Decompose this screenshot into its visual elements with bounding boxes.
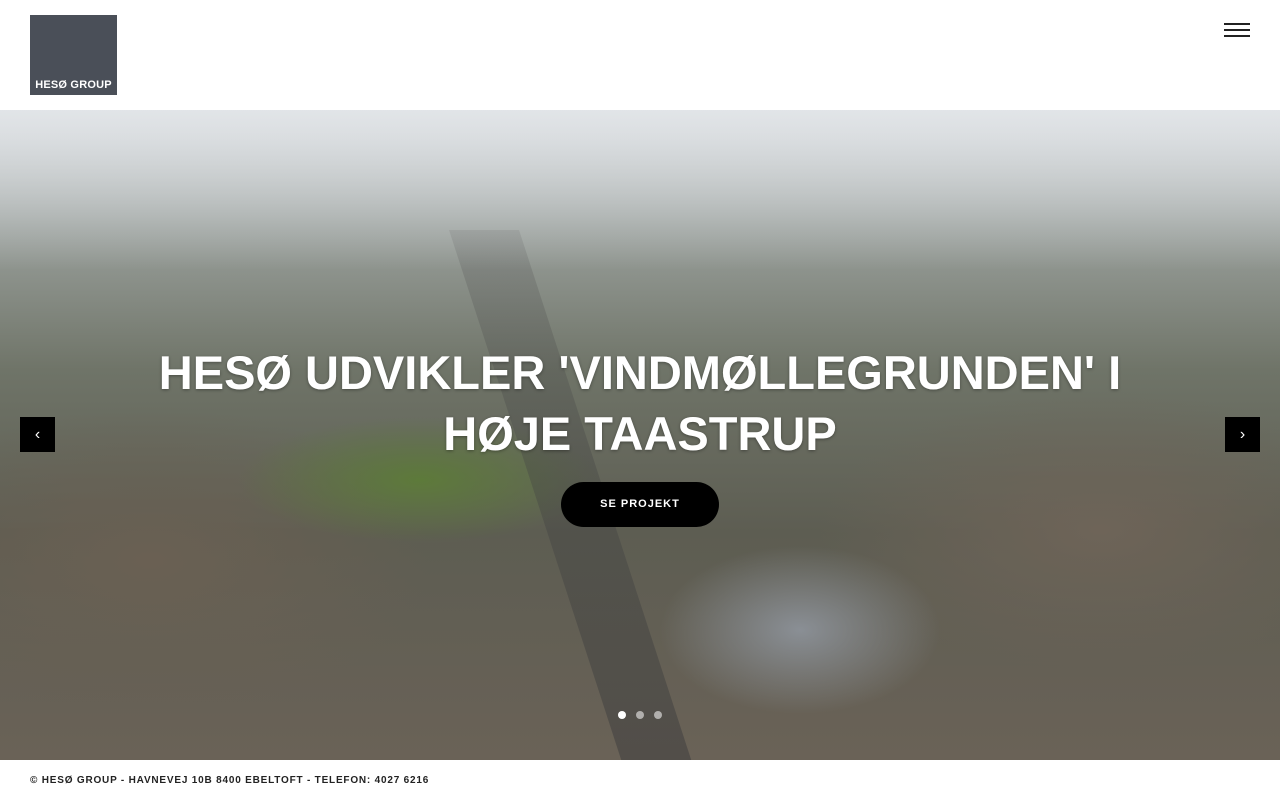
slider-next-button[interactable]: › bbox=[1225, 417, 1260, 452]
site-footer: © HESØ GROUP - HAVNEVEJ 10B 8400 EBELTOF… bbox=[0, 760, 1280, 800]
hero-slider: HESØ UDVIKLER 'VINDMØLLEGRUNDEN' I HØJE … bbox=[0, 110, 1280, 760]
logo-text: HESØ GROUP bbox=[35, 79, 112, 91]
footer-contact-text: © HESØ GROUP - HAVNEVEJ 10B 8400 EBELTOF… bbox=[30, 775, 430, 786]
chevron-right-icon: › bbox=[1239, 426, 1246, 443]
hamburger-menu-icon[interactable] bbox=[1220, 18, 1254, 42]
slider-prev-button[interactable]: ‹ bbox=[20, 417, 55, 452]
site-header: HESØ GROUP bbox=[0, 0, 1280, 110]
logo[interactable]: HESØ GROUP bbox=[30, 15, 117, 95]
slider-dot-3[interactable] bbox=[654, 711, 662, 719]
hero-background-haze bbox=[0, 110, 1280, 270]
chevron-left-icon: ‹ bbox=[34, 426, 41, 443]
hero-title: HESØ UDVIKLER 'VINDMØLLEGRUNDEN' I HØJE … bbox=[158, 346, 1122, 460]
slider-dot-1[interactable] bbox=[618, 711, 626, 719]
slider-dot-2[interactable] bbox=[636, 711, 644, 719]
see-project-button[interactable]: SE PROJEKT bbox=[561, 482, 719, 527]
